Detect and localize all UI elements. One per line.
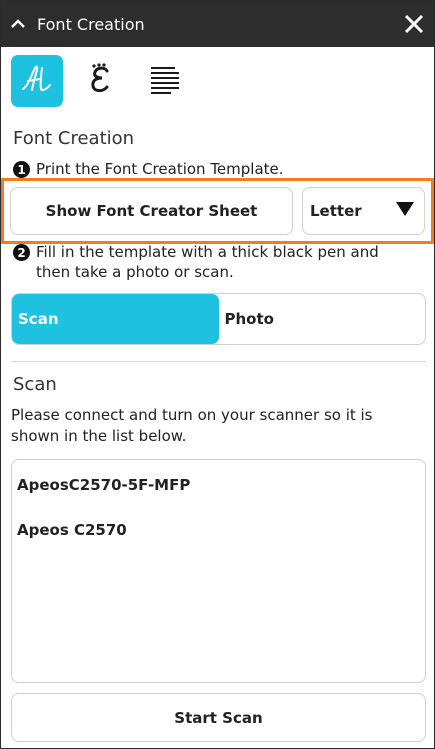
font-style-tool-button[interactable] — [75, 55, 127, 107]
close-icon[interactable] — [402, 12, 426, 36]
step-1-text: Print the Font Creation Template. — [36, 160, 284, 178]
list-item[interactable]: ApeosC2570-5F-MFP — [12, 462, 425, 507]
step-1-number: 1 — [13, 161, 30, 178]
step-2-number: 2 — [13, 244, 30, 261]
font-creation-tool-button[interactable] — [11, 55, 63, 107]
tool-tabs — [11, 55, 191, 107]
input-method-toggle: Scan Photo — [11, 293, 426, 345]
paper-size-value: Letter — [310, 202, 362, 220]
scanner-list[interactable]: ApeosC2570-5F-MFP Apeos C2570 — [11, 459, 426, 683]
handwriting-icon — [20, 64, 54, 98]
start-scan-button[interactable]: Start Scan — [11, 693, 426, 742]
font-creation-panel: Font Creation Font Creation 1 Print the … — [0, 0, 435, 749]
title-bar: Font Creation — [1, 1, 434, 47]
divider — [11, 361, 426, 362]
chevron-up-icon[interactable] — [11, 17, 25, 31]
show-font-creator-sheet-button[interactable]: Show Font Creator Sheet — [10, 187, 293, 235]
paper-size-select[interactable]: Letter — [302, 187, 425, 235]
tab-photo[interactable]: Photo — [219, 294, 426, 344]
align-justify-icon — [149, 64, 181, 98]
text-align-tool-button[interactable] — [139, 55, 191, 107]
section-title: Font Creation — [13, 128, 135, 149]
step-2: 2 Fill in the template with a thick blac… — [13, 242, 413, 282]
step-2-text: Fill in the template with a thick black … — [36, 243, 379, 281]
tab-scan[interactable]: Scan — [12, 294, 219, 344]
list-item[interactable]: Apeos C2570 — [12, 507, 425, 552]
panel-title: Font Creation — [37, 14, 145, 34]
script-e-icon — [85, 62, 117, 100]
scan-title: Scan — [13, 374, 57, 395]
dropdown-arrow-icon — [396, 202, 414, 220]
step-1: 1 Print the Font Creation Template. — [13, 159, 284, 179]
scan-description: Please connect and turn on your scanner … — [11, 406, 373, 445]
